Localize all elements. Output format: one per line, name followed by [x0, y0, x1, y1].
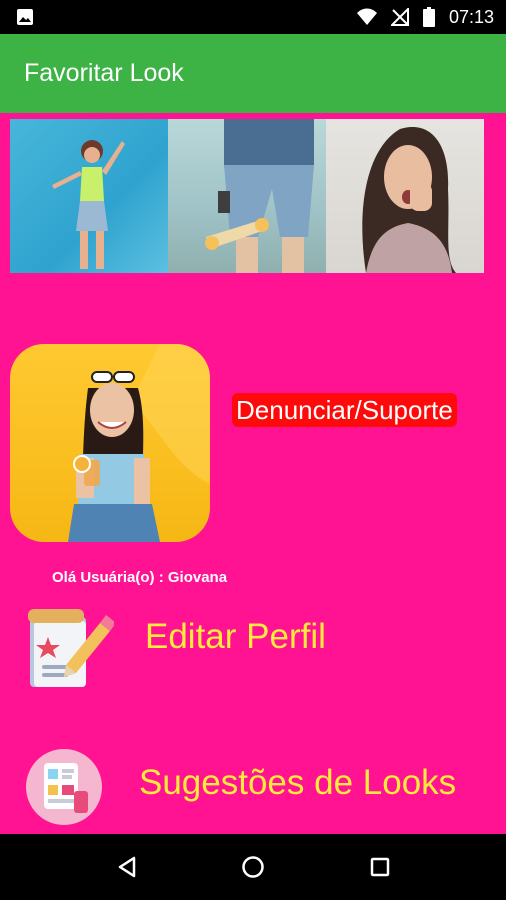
no-signal-icon: [390, 8, 409, 26]
menu-item-look-suggestions[interactable]: Sugestões de Looks: [0, 741, 506, 834]
user-greeting: Olá Usuária(o) : Giovana: [52, 569, 228, 586]
denim-shorts-skateboard-photo: [168, 119, 326, 273]
back-icon[interactable]: [112, 852, 142, 882]
status-bar: 07:13: [0, 0, 506, 34]
clock: 07:13: [448, 6, 494, 27]
menu-item-label: Editar Perfil: [145, 617, 326, 656]
image-icon: [17, 9, 33, 25]
edit-document-icon: [28, 609, 114, 687]
app-bar: Favoritar Look: [0, 34, 506, 113]
navigation-bar: [0, 834, 506, 900]
report-support-button[interactable]: Denunciar/Suporte: [232, 393, 457, 427]
suggestions-icon: [26, 749, 102, 825]
woman-blue-background-photo: [10, 119, 168, 273]
profile-photo[interactable]: [10, 344, 210, 542]
wifi-icon: [356, 8, 377, 25]
recents-icon[interactable]: [365, 852, 395, 882]
page-title: Favoritar Look: [24, 59, 184, 87]
menu-item-edit-profile[interactable]: Editar Perfil: [0, 601, 506, 701]
menu-item-label: Sugestões de Looks: [139, 763, 457, 802]
banner: [10, 119, 484, 273]
main-content: Denunciar/Suporte Olá Usuária(o) : Giova…: [0, 113, 506, 834]
battery-icon: [422, 7, 435, 27]
home-icon[interactable]: [238, 852, 268, 882]
surprised-woman-photo: [326, 119, 484, 273]
